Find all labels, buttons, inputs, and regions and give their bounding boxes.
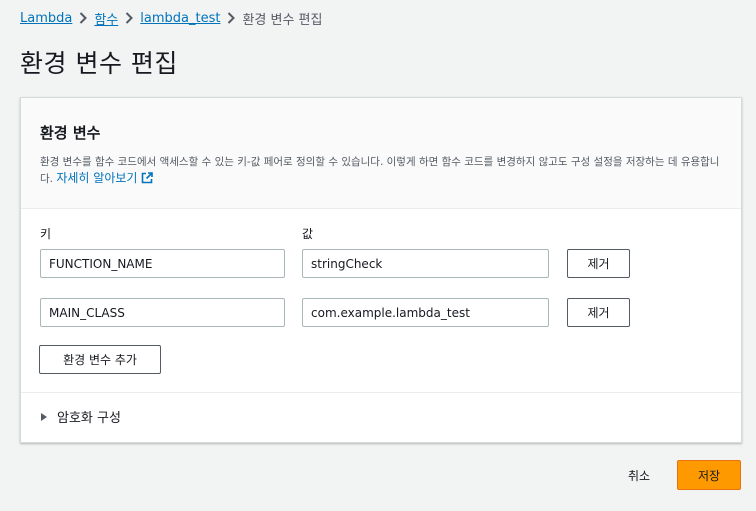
env-key-input[interactable] bbox=[40, 249, 285, 278]
env-vars-panel: 환경 변수 환경 변수를 함수 코드에서 액세스할 수 있는 키-값 페어로 정… bbox=[20, 97, 742, 443]
chevron-right-icon bbox=[118, 12, 140, 24]
chevron-right-icon bbox=[220, 12, 242, 24]
encryption-config-expander[interactable]: 암호화 구성 bbox=[41, 407, 121, 426]
learn-more-label: 자세히 알아보기 bbox=[56, 171, 138, 185]
panel-description: 환경 변수를 함수 코드에서 액세스할 수 있는 키-값 페어로 정의할 수 있… bbox=[40, 154, 730, 188]
breadcrumb: Lambda 함수 lambda_test 환경 변수 편집 bbox=[20, 9, 323, 28]
breadcrumb-functions[interactable]: 함수 bbox=[94, 9, 118, 28]
page-title: 환경 변수 편집 bbox=[20, 49, 178, 78]
external-link-icon bbox=[141, 172, 154, 188]
key-column-label: 키 bbox=[40, 227, 52, 241]
save-button[interactable]: 저장 bbox=[677, 460, 741, 490]
cancel-button[interactable]: 취소 bbox=[612, 460, 666, 490]
caret-right-icon bbox=[41, 412, 47, 421]
encryption-config-label: 암호화 구성 bbox=[57, 411, 121, 426]
breadcrumb-function-name[interactable]: lambda_test bbox=[140, 11, 220, 26]
breadcrumb-current: 환경 변수 편집 bbox=[242, 12, 323, 28]
panel-header: 환경 변수 환경 변수를 함수 코드에서 액세스할 수 있는 키-값 페어로 정… bbox=[21, 98, 741, 209]
remove-variable-button[interactable]: 제거 bbox=[567, 249, 630, 278]
panel-title: 환경 변수 bbox=[40, 124, 101, 142]
divider bbox=[21, 392, 741, 393]
env-value-input[interactable] bbox=[302, 298, 549, 327]
learn-more-link[interactable]: 자세히 알아보기 bbox=[56, 171, 154, 188]
breadcrumb-lambda[interactable]: Lambda bbox=[20, 11, 72, 26]
env-key-input[interactable] bbox=[40, 298, 285, 327]
add-variable-button[interactable]: 환경 변수 추가 bbox=[39, 345, 161, 374]
env-value-input[interactable] bbox=[302, 249, 549, 278]
value-column-label: 값 bbox=[302, 227, 314, 241]
chevron-right-icon bbox=[72, 12, 94, 24]
remove-variable-button[interactable]: 제거 bbox=[567, 298, 630, 327]
